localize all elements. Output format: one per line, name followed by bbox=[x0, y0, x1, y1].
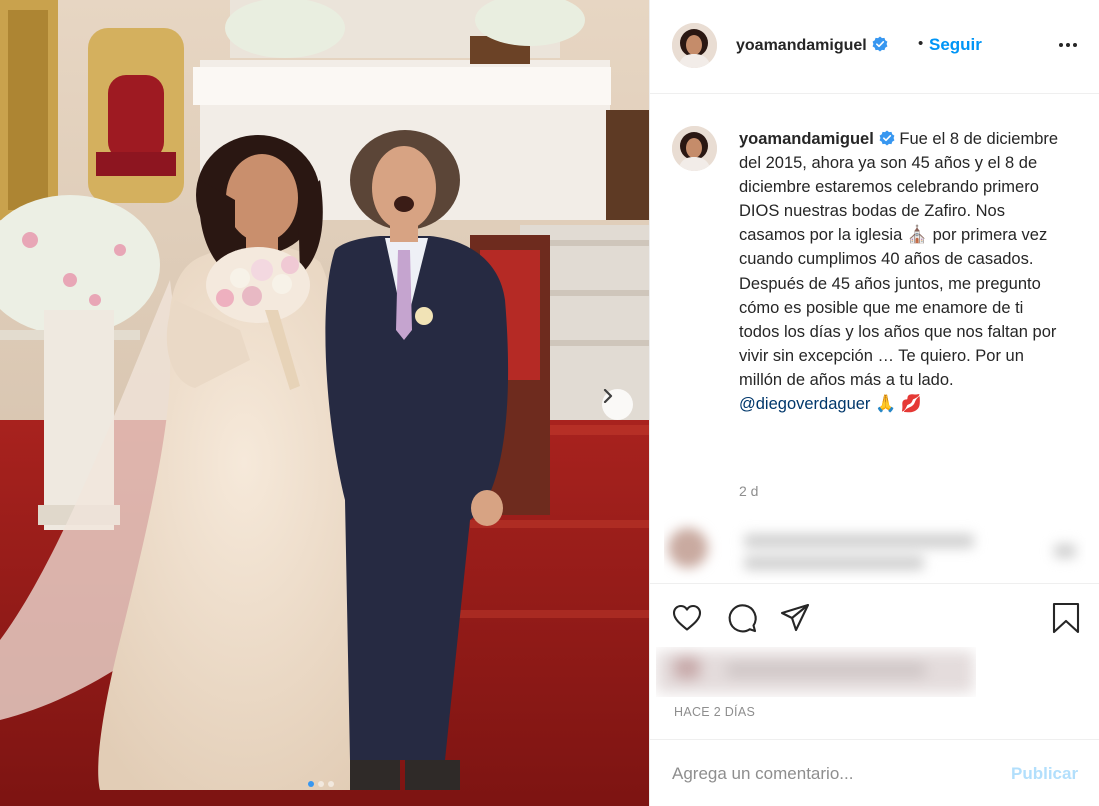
avatar[interactable] bbox=[672, 23, 717, 68]
profile-avatar-image bbox=[672, 126, 717, 171]
bookmark-icon[interactable] bbox=[1049, 601, 1083, 635]
post-photo[interactable] bbox=[0, 0, 649, 806]
wedding-photo-illustration bbox=[0, 0, 649, 806]
kiss-lips-icon: 💋 bbox=[900, 394, 922, 415]
comment-form: Publicar bbox=[650, 739, 1099, 806]
share-icon[interactable] bbox=[778, 601, 812, 635]
church-icon: ⛪ bbox=[906, 225, 929, 246]
comment-icon[interactable] bbox=[725, 601, 759, 635]
carousel-dot bbox=[318, 781, 324, 787]
comment-input[interactable] bbox=[672, 760, 992, 788]
caption-username[interactable]: yoamandamiguel bbox=[739, 130, 874, 148]
post-caption: yoamandamiguel Fue el 8 de diciembre del… bbox=[739, 127, 1059, 416]
avatar[interactable] bbox=[672, 126, 717, 171]
blurred-likes bbox=[656, 647, 976, 697]
verified-badge-icon bbox=[872, 36, 888, 52]
post-actions bbox=[650, 583, 1099, 653]
verified-badge-icon bbox=[879, 130, 895, 146]
blurred-comment bbox=[664, 516, 1086, 580]
header-username[interactable]: yoamandamiguel bbox=[736, 36, 888, 55]
header-separator: • bbox=[918, 35, 924, 52]
carousel-indicator bbox=[308, 781, 334, 787]
profile-avatar-image bbox=[672, 23, 717, 68]
post-timestamp[interactable]: HACE 2 DÍAS bbox=[674, 705, 755, 719]
post-header: yoamandamiguel • Seguir bbox=[650, 0, 1099, 94]
carousel-dot bbox=[308, 781, 314, 787]
mention-link[interactable]: @diegoverdaguer bbox=[739, 395, 870, 413]
heart-icon[interactable] bbox=[670, 601, 704, 635]
caption-text-part2: por primera vez cuando cumplimos 40 años… bbox=[739, 226, 1057, 389]
carousel-dot bbox=[328, 781, 334, 787]
follow-button[interactable]: Seguir bbox=[929, 35, 982, 55]
chevron-right-icon bbox=[603, 389, 613, 403]
username-text: yoamandamiguel bbox=[736, 37, 867, 54]
more-horizontal-icon[interactable] bbox=[1057, 38, 1079, 52]
post-side-panel: yoamandamiguel • Seguir yoamandamiguel F… bbox=[649, 0, 1099, 806]
caption-time[interactable]: 2 d bbox=[739, 483, 758, 499]
praying-hands-icon: 🙏 bbox=[875, 394, 897, 415]
publish-comment-button[interactable]: Publicar bbox=[1011, 764, 1078, 784]
carousel-next-button[interactable] bbox=[602, 389, 633, 420]
